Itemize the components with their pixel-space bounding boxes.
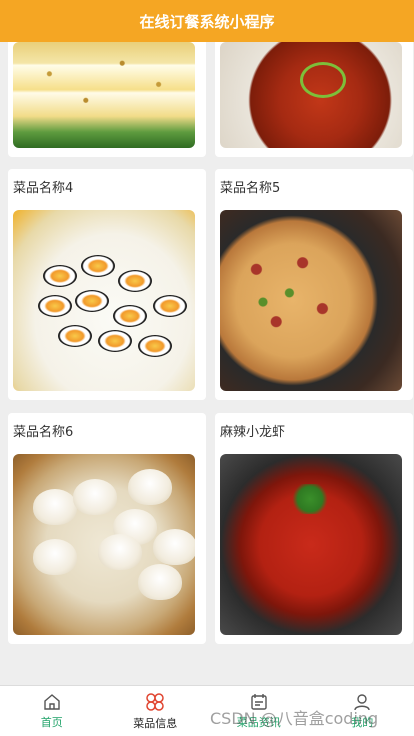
dish-card[interactable] xyxy=(8,42,206,157)
dish-name: 菜品名称5 xyxy=(220,181,281,196)
clover-icon xyxy=(146,693,164,711)
nav-home[interactable]: 首页 xyxy=(0,686,104,736)
nav-dishes-label: 菜品信息 xyxy=(133,717,178,730)
dish-image[interactable] xyxy=(220,210,402,391)
dish-image[interactable] xyxy=(13,210,195,391)
dish-card[interactable]: 菜品名称5 xyxy=(215,169,413,400)
dish-card[interactable]: 菜品名称6 xyxy=(8,413,206,644)
dish-grid[interactable]: 菜品名称4 菜品名称5 菜品名称6 麻辣小龙虾 xyxy=(0,42,414,685)
dish-name: 菜品名称6 xyxy=(13,425,74,440)
watermark: CSDN @八音盒coding xyxy=(210,709,379,728)
dish-name: 麻辣小龙虾 xyxy=(220,425,286,440)
nav-home-label: 首页 xyxy=(40,716,63,729)
dish-card[interactable]: 麻辣小龙虾 xyxy=(215,413,413,644)
app-header: 在线订餐系统小程序 xyxy=(0,0,414,42)
dish-card[interactable]: 菜品名称4 xyxy=(8,169,206,400)
dish-card[interactable] xyxy=(215,42,413,157)
dish-image[interactable] xyxy=(220,454,402,635)
dish-image[interactable] xyxy=(13,42,195,148)
nav-dishes[interactable]: 菜品信息 xyxy=(104,686,208,736)
home-icon xyxy=(44,694,60,710)
dish-image[interactable] xyxy=(220,42,402,148)
dish-image[interactable] xyxy=(13,454,195,635)
app-title: 在线订餐系统小程序 xyxy=(139,12,275,31)
dish-name: 菜品名称4 xyxy=(13,181,74,196)
